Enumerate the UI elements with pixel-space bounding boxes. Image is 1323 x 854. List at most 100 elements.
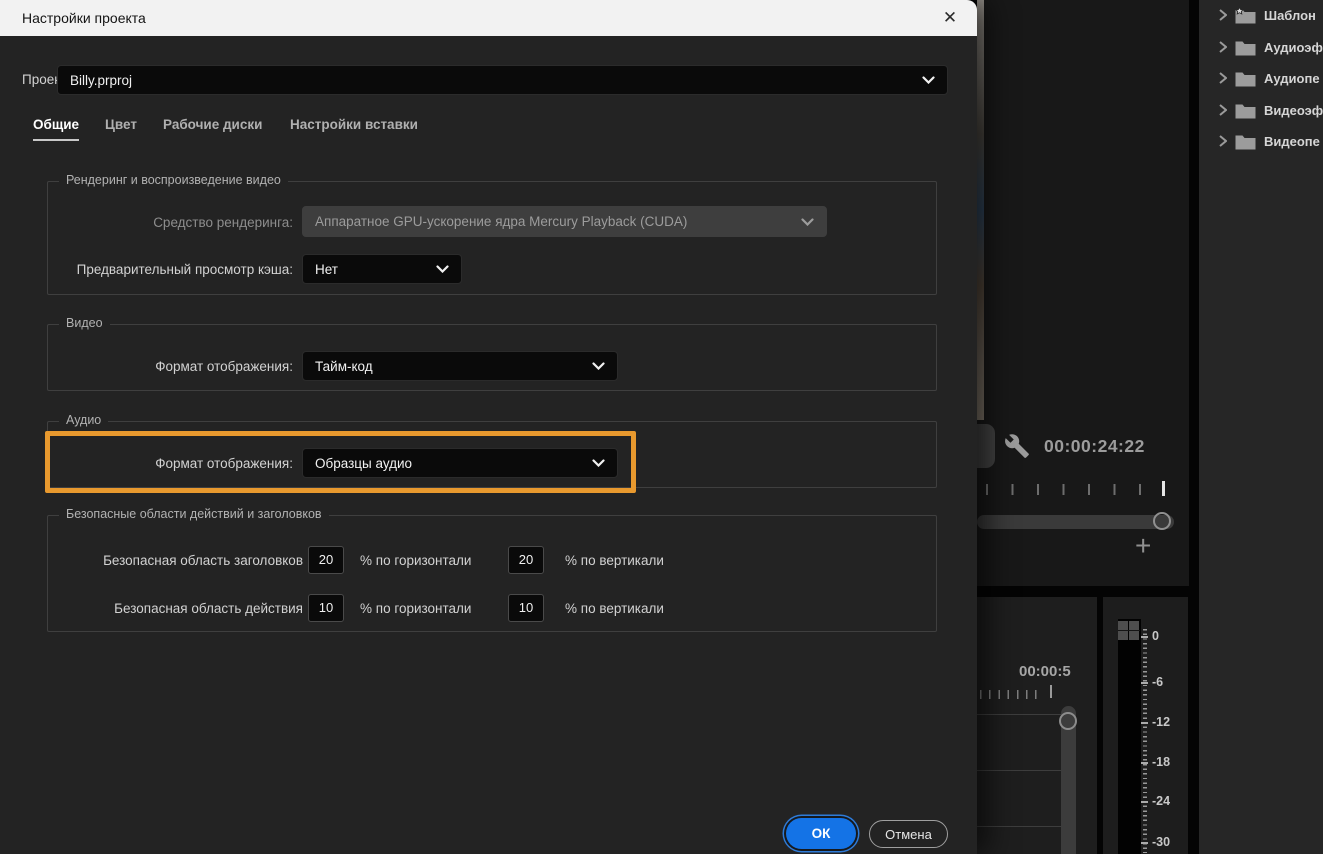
tree-item-video-effects[interactable]: Видеоэф <box>1199 98 1323 122</box>
folder-icon <box>1235 104 1256 118</box>
chevron-right-icon <box>1219 9 1227 21</box>
audio-meter-tick-scale <box>1143 629 1147 853</box>
meter-major-tick <box>1141 722 1148 724</box>
audio-meters-panel: 0 -6 -12 -18 -24 -30 <box>1103 597 1188 854</box>
track-divider <box>977 770 1061 771</box>
meter-major-tick <box>1141 762 1148 764</box>
vertical-percent-label: % по вертикали <box>565 601 664 616</box>
chevron-down-icon <box>436 265 449 273</box>
program-playhead-tick[interactable] <box>1162 481 1165 496</box>
project-dropdown-value: Billy.prproj <box>70 72 133 88</box>
video-format-dropdown-value: Тайм-код <box>315 358 373 374</box>
tab-color[interactable]: Цвет <box>105 117 137 139</box>
action-safe-horizontal-input[interactable]: 10 <box>308 594 344 622</box>
audio-format-dropdown-value: Образцы аудио <box>315 455 413 471</box>
cancel-button[interactable]: Отмена <box>869 820 948 848</box>
meter-db-label: 0 <box>1152 629 1159 643</box>
chevron-right-icon <box>1219 41 1227 53</box>
tab-general[interactable]: Общие <box>33 117 80 141</box>
chevron-down-icon <box>592 459 605 467</box>
audio-format-dropdown[interactable]: Образцы аудио <box>302 448 618 478</box>
meter-db-label: -24 <box>1152 794 1171 808</box>
monitor-partial-button[interactable] <box>975 424 995 468</box>
action-safe-vertical-input[interactable]: 10 <box>508 594 544 622</box>
dialog-titlebar[interactable]: Настройки проекта ✕ <box>0 0 977 36</box>
tree-item-label: Видеопе <box>1264 133 1320 149</box>
timeline-ruler-major-tick <box>1050 685 1052 698</box>
meter-db-label: -12 <box>1152 715 1171 729</box>
tree-item-audio-transitions[interactable]: Аудиопе <box>1199 66 1323 90</box>
tab-ingest-settings[interactable]: Настройки вставки <box>290 117 418 139</box>
project-settings-dialog: Настройки проекта ✕ Проект: Billy.prproj… <box>0 0 977 854</box>
safe-areas-section-legend: Безопасные области действий и заголовков <box>59 507 329 521</box>
rendering-section-legend: Рендеринг и воспроизведение видео <box>59 173 288 187</box>
title-safe-label: Безопасная область заголовков <box>103 553 303 568</box>
program-scrollbar-handle[interactable] <box>1153 512 1171 530</box>
premiere-pro-app: 00:00:24:22 + 00:00:5 0 -6 -12 -18 -24 -… <box>0 0 1323 854</box>
audio-meter-bar <box>1118 619 1141 854</box>
close-icon[interactable]: ✕ <box>931 0 969 36</box>
renderer-dropdown: Аппаратное GPU-ускорение ядра Mercury Pl… <box>302 206 827 237</box>
preview-cache-label: Предварительный просмотр кэша: <box>76 262 293 277</box>
meter-major-tick <box>1141 801 1148 803</box>
chevron-right-icon <box>1219 135 1227 147</box>
add-button-plus-icon[interactable]: + <box>1135 532 1151 560</box>
horizontal-percent-label: % по горизонтали <box>360 601 472 616</box>
meter-db-label: -18 <box>1152 755 1171 769</box>
audio-section-legend: Аудио <box>59 413 109 427</box>
tree-item-label: Видеоэф <box>1264 102 1323 118</box>
renderer-label: Средство рендеринга: <box>153 215 293 230</box>
folder-icon <box>1235 135 1256 149</box>
video-section-legend: Видео <box>59 316 110 330</box>
program-monitor-panel <box>975 0 1189 586</box>
folder-icon <box>1235 72 1256 86</box>
track-divider <box>977 826 1061 827</box>
chevron-down-icon <box>922 76 935 84</box>
meter-major-tick <box>1141 682 1148 684</box>
meter-major-tick <box>1141 842 1148 844</box>
video-format-dropdown[interactable]: Тайм-код <box>302 351 618 381</box>
program-timecode[interactable]: 00:00:24:22 <box>1044 436 1145 457</box>
chevron-down-icon <box>592 362 605 370</box>
chevron-right-icon <box>1219 104 1227 116</box>
program-scrollbar[interactable] <box>977 515 1174 529</box>
program-zoom-ruler <box>986 484 1146 495</box>
track-divider <box>977 714 1061 715</box>
tree-item-templates[interactable]: Шаблон <box>1199 3 1323 27</box>
video-format-label: Формат отображения: <box>155 359 293 374</box>
tree-item-video-transitions[interactable]: Видеопе <box>1199 129 1323 153</box>
meter-db-label: -6 <box>1152 675 1164 689</box>
folder-star-icon <box>1235 6 1256 23</box>
folder-icon <box>1235 41 1256 55</box>
meter-db-label: -30 <box>1152 835 1171 849</box>
preview-cache-dropdown[interactable]: Нет <box>302 254 462 284</box>
action-safe-label: Безопасная область действия <box>114 601 303 616</box>
title-safe-vertical-input[interactable]: 20 <box>508 546 544 574</box>
renderer-dropdown-value: Аппаратное GPU-ускорение ядра Mercury Pl… <box>315 214 688 229</box>
timeline-ruler <box>980 690 1038 699</box>
project-dropdown[interactable]: Billy.prproj <box>57 65 948 95</box>
audio-meter-cap-divider <box>1118 630 1140 631</box>
ok-button[interactable]: ОК <box>786 818 856 849</box>
timeline-panel: 00:00:5 <box>977 597 1097 854</box>
horizontal-percent-label: % по горизонтали <box>360 553 472 568</box>
video-frame-sliver <box>977 0 984 420</box>
chevron-down-icon <box>801 217 814 226</box>
tree-item-label: Шаблон <box>1264 7 1316 23</box>
tree-item-label: Аудиоэф <box>1264 39 1323 55</box>
meter-major-tick <box>1141 636 1148 638</box>
chevron-right-icon <box>1219 72 1227 84</box>
vertical-percent-label: % по вертикали <box>565 553 664 568</box>
tree-item-audio-effects[interactable]: Аудиоэф <box>1199 35 1323 59</box>
title-safe-horizontal-input[interactable]: 20 <box>308 546 344 574</box>
audio-format-label: Формат отображения: <box>155 456 293 471</box>
timeline-timecode[interactable]: 00:00:5 <box>1019 663 1071 680</box>
timeline-scrollbar-handle[interactable] <box>1059 712 1077 730</box>
effects-panel: Шаблон Аудиоэф Аудиопе Видеоэф Видеопе <box>1199 0 1323 854</box>
rendering-section: Рендеринг и воспроизведение видео <box>47 173 937 295</box>
tree-item-label: Аудиопе <box>1264 70 1320 86</box>
dialog-title: Настройки проекта <box>22 10 146 26</box>
settings-wrench-icon[interactable] <box>1004 433 1030 464</box>
tab-scratch-disks[interactable]: Рабочие диски <box>163 117 262 139</box>
preview-cache-dropdown-value: Нет <box>315 261 338 277</box>
